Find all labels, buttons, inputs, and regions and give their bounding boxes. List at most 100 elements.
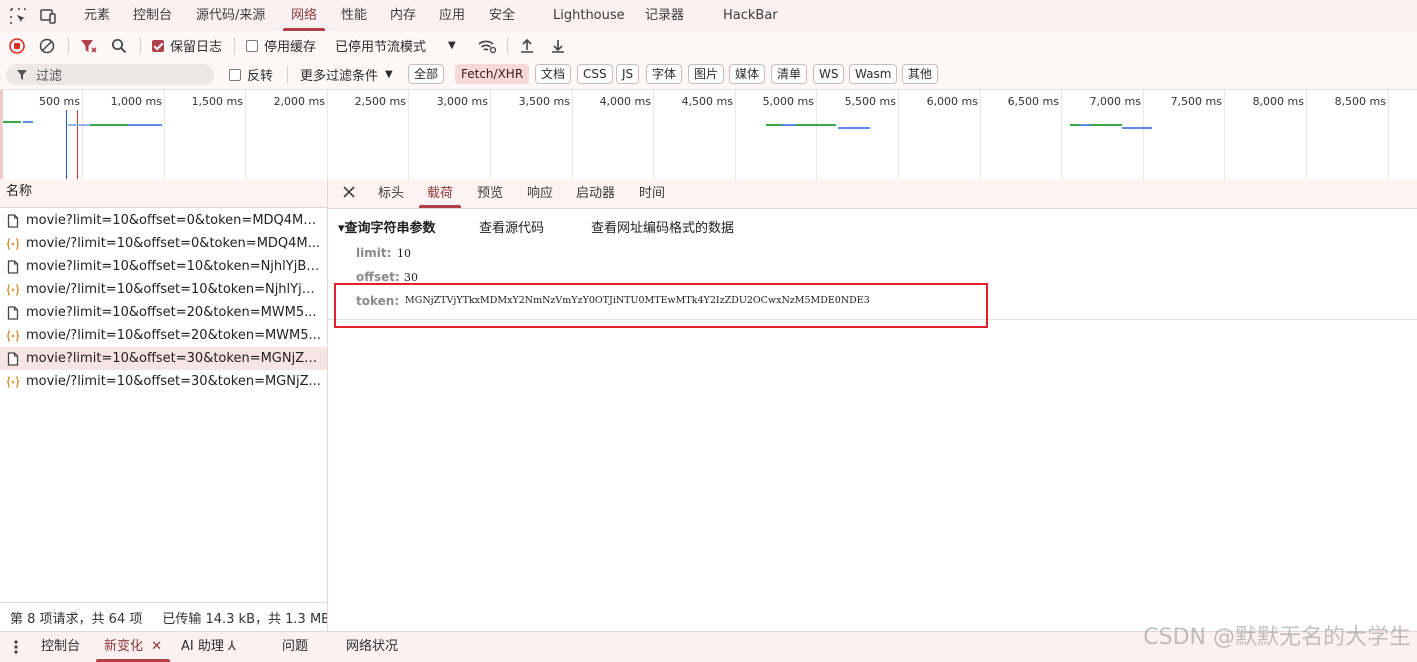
caret-down-icon: ▼	[448, 40, 456, 51]
checkbox-checked-icon	[152, 39, 164, 52]
chip-img[interactable]: 图片	[688, 64, 725, 84]
param-value[interactable]: 10	[397, 247, 411, 260]
xhr-braces-icon	[6, 237, 20, 251]
request-bar	[23, 121, 33, 123]
close-icon[interactable]: ✕	[151, 639, 162, 654]
document-icon	[6, 351, 20, 366]
timeline-tick-label: 7,000 ms	[1089, 95, 1141, 108]
tab-preview[interactable]: 预览	[477, 179, 503, 208]
request-bar	[1122, 127, 1152, 129]
tab-recorder[interactable]: 记录器	[643, 0, 686, 31]
request-name: movie/?limit=10&offset=30&token=MGNjZ...	[26, 374, 321, 389]
drawer-tab-issues[interactable]: 问题	[282, 632, 308, 662]
request-row[interactable]: movie/?limit=10&offset=10&token=NjhlYjB.…	[0, 278, 327, 301]
inspect-element-icon[interactable]	[8, 6, 28, 26]
request-row[interactable]: movie?limit=10&offset=20&token=MWM5...	[0, 301, 327, 324]
chip-fetch-xhr[interactable]: Fetch/XHR	[455, 64, 530, 84]
tab-lighthouse[interactable]: Lighthouse	[551, 0, 627, 31]
timeline-gridline	[816, 90, 817, 179]
chip-all[interactable]: 全部	[408, 64, 445, 84]
import-har-icon[interactable]	[519, 31, 535, 60]
request-row[interactable]: movie/?limit=10&offset=30&token=MGNjZ...	[0, 370, 327, 393]
export-har-icon[interactable]	[550, 31, 566, 60]
request-row[interactable]: movie?limit=10&offset=0&token=MDQ4Mz...	[0, 209, 327, 232]
timeline-gridline	[408, 90, 409, 179]
request-bar	[128, 124, 162, 126]
request-bar	[766, 124, 836, 126]
tab-console[interactable]: 控制台	[131, 0, 174, 31]
request-bar	[90, 124, 128, 126]
disable-cache-checkbox[interactable]: 停用缓存	[246, 31, 316, 60]
drawer-tab-changes[interactable]: 新变化 ✕	[95, 632, 171, 662]
timeline-tick-label: 1,500 ms	[191, 95, 243, 108]
chip-ws[interactable]: WS	[813, 64, 845, 84]
view-source-link[interactable]: 查看源代码	[479, 217, 544, 236]
chip-other[interactable]: 其他	[902, 64, 939, 84]
timeline-tick-label: 3,000 ms	[436, 95, 488, 108]
more-options-icon[interactable]	[13, 639, 19, 659]
chip-css[interactable]: CSS	[577, 64, 613, 84]
chip-wasm[interactable]: Wasm	[849, 64, 898, 84]
name-column-header[interactable]: 名称	[0, 179, 327, 208]
timeline-tick-label: 5,000 ms	[762, 95, 814, 108]
filter-funnel-icon[interactable]	[80, 31, 98, 60]
request-bar	[3, 121, 21, 123]
timeline-gridline	[1388, 90, 1389, 179]
tab-memory[interactable]: 内存	[388, 0, 418, 31]
tab-timing[interactable]: 时间	[639, 179, 665, 208]
filter-funnel-icon	[17, 69, 27, 80]
drawer-tab-changes-label: 新变化	[104, 639, 144, 654]
filter-input[interactable]: 过滤	[6, 64, 214, 85]
chip-media[interactable]: 媒体	[729, 64, 766, 84]
timeline-tick-label: 4,000 ms	[599, 95, 651, 108]
tab-response[interactable]: 响应	[527, 179, 553, 208]
drawer-tab-network-conditions[interactable]: 网络状况	[346, 632, 398, 662]
timeline-gridline	[1306, 90, 1307, 179]
view-url-encoded-link[interactable]: 查看网址编码格式的数据	[591, 217, 734, 236]
throttle-select[interactable]: 已停用节流模式 ▼	[335, 31, 456, 60]
clear-icon[interactable]	[39, 31, 55, 60]
timeline-gridline	[1224, 90, 1225, 179]
chip-doc[interactable]: 文档	[535, 64, 572, 84]
network-conditions-icon[interactable]	[477, 31, 497, 60]
request-row[interactable]: movie/?limit=10&offset=20&token=MWM5...	[0, 324, 327, 347]
tab-initiator[interactable]: 启动器	[576, 179, 615, 208]
checkbox-unchecked-icon	[229, 68, 241, 81]
request-row[interactable]: movie?limit=10&offset=10&token=NjhlYjBh.…	[0, 255, 327, 278]
stop-recording-icon[interactable]	[9, 31, 25, 60]
timeline-tick-label: 500 ms	[39, 95, 80, 108]
chip-manifest[interactable]: 清单	[771, 64, 808, 84]
request-bar	[1080, 124, 1090, 126]
timeline-gridline	[898, 90, 899, 179]
tab-network[interactable]: 网络	[282, 0, 326, 31]
tab-application[interactable]: 应用	[437, 0, 467, 31]
timeline-tick-label: 7,500 ms	[1170, 95, 1222, 108]
search-icon[interactable]	[111, 31, 127, 60]
query-string-section-toggle[interactable]: ▾查询字符串参数	[338, 217, 436, 236]
more-filters-dropdown[interactable]: 更多过滤条件 ▼	[300, 60, 393, 89]
timeline-gridline	[82, 90, 83, 179]
tab-sources[interactable]: 源代码/来源	[194, 0, 267, 31]
tab-elements[interactable]: 元素	[82, 0, 112, 31]
disable-cache-label: 停用缓存	[264, 40, 317, 55]
device-toolbar-icon[interactable]	[38, 6, 58, 26]
network-overview-timeline[interactable]: 500 ms 1,000 ms 1,500 ms 2,000 ms 2,500 ms 3,…	[0, 90, 1417, 180]
tab-performance[interactable]: 性能	[339, 0, 369, 31]
timeline-tick-label: 2,500 ms	[354, 95, 406, 108]
request-name: movie?limit=10&offset=0&token=MDQ4Mz...	[26, 213, 322, 228]
close-icon[interactable]	[342, 185, 356, 203]
tab-security[interactable]: 安全	[487, 0, 517, 31]
invert-checkbox[interactable]: 反转	[229, 60, 273, 89]
timeline-tick-label: 4,500 ms	[681, 95, 733, 108]
tab-headers[interactable]: 标头	[378, 179, 404, 208]
request-row[interactable]: movie?limit=10&offset=30&token=MGNjZT...	[0, 347, 327, 370]
tab-hackbar[interactable]: HackBar	[721, 0, 780, 31]
drawer-tab-console[interactable]: 控制台	[41, 632, 80, 662]
tab-payload[interactable]: 载荷	[418, 179, 462, 208]
chip-js[interactable]: JS	[616, 64, 640, 84]
request-row[interactable]: movie/?limit=10&offset=0&token=MDQ4M...	[0, 232, 327, 255]
request-name: movie/?limit=10&offset=10&token=NjhlYjB.…	[26, 282, 322, 297]
preserve-log-checkbox[interactable]: 保留日志	[152, 31, 222, 60]
chip-font[interactable]: 字体	[646, 64, 683, 84]
drawer-tab-ai-assistant[interactable]: AI 助理 ⅄	[181, 632, 236, 662]
